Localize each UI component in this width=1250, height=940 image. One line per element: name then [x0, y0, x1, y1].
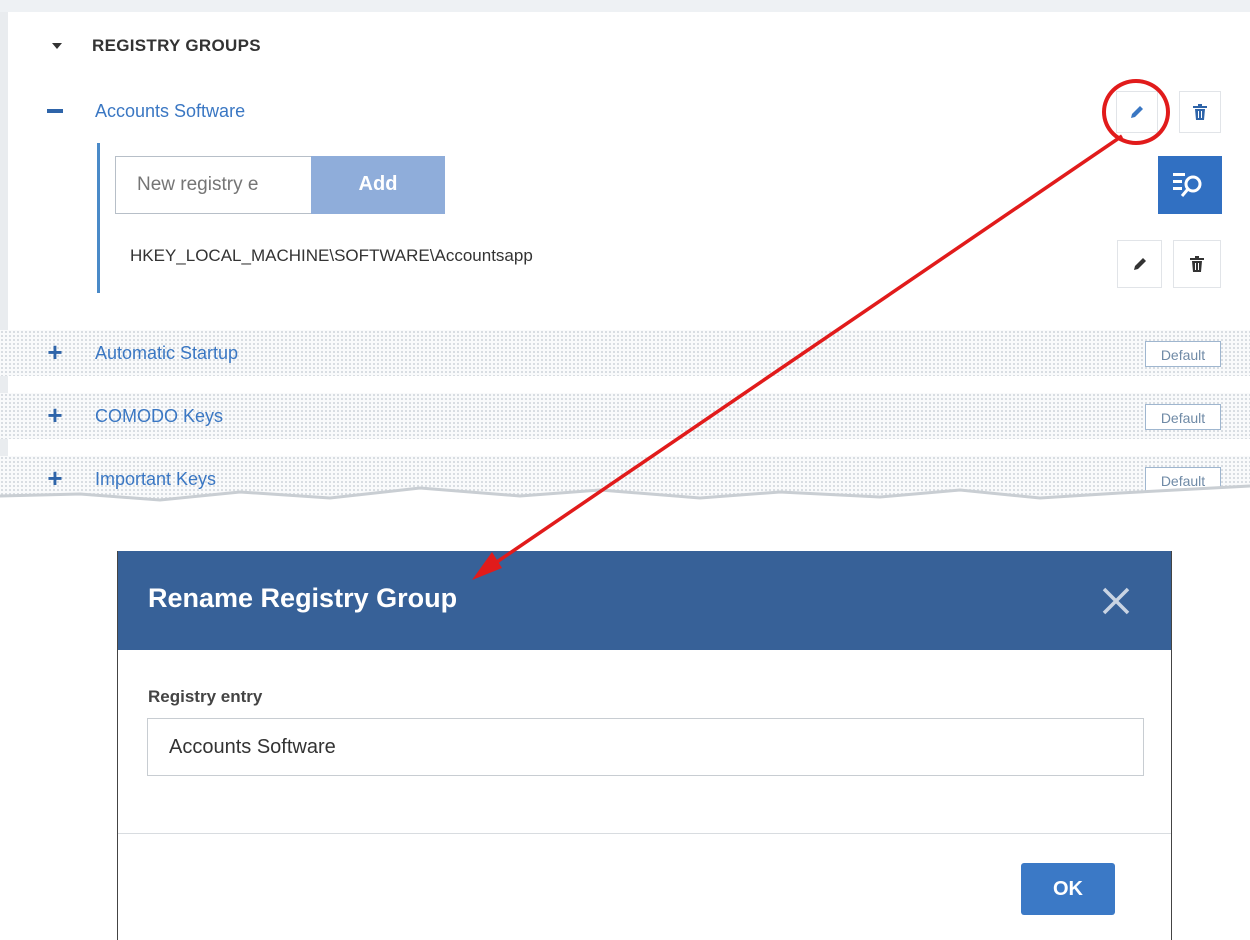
- dialog-header: Rename Registry Group: [118, 551, 1171, 650]
- registry-entry-label: Registry entry: [148, 687, 263, 706]
- group-row-accounts-software: Accounts Software: [0, 88, 1250, 134]
- caret-down-icon[interactable]: [52, 43, 62, 49]
- default-badge: Default: [1145, 341, 1221, 367]
- close-icon[interactable]: [1101, 586, 1131, 616]
- new-registry-entry-input[interactable]: [115, 156, 312, 214]
- registry-groups-panel: REGISTRY GROUPS Accounts Software Add: [0, 0, 1250, 505]
- plus-icon[interactable]: +: [44, 330, 66, 376]
- group-row-automatic-startup: + Automatic Startup Default: [0, 330, 1250, 376]
- delete-group-button[interactable]: [1179, 91, 1221, 133]
- search-list-icon: [1173, 173, 1202, 197]
- torn-edge: [0, 484, 1250, 518]
- group-label[interactable]: Automatic Startup: [95, 330, 238, 376]
- group-label[interactable]: Accounts Software: [95, 88, 245, 134]
- annotation-circle: [1102, 79, 1170, 145]
- ok-button[interactable]: OK: [1021, 863, 1115, 915]
- delete-entry-button[interactable]: [1173, 240, 1221, 288]
- registry-entry-path: HKEY_LOCAL_MACHINE\SOFTWARE\Accountsapp: [130, 246, 533, 265]
- trash-icon: [1190, 256, 1204, 272]
- default-badge: Default: [1145, 404, 1221, 430]
- group-label[interactable]: COMODO Keys: [95, 393, 223, 439]
- rename-registry-group-dialog: Rename Registry Group Registry entry OK: [117, 551, 1172, 940]
- plus-icon[interactable]: +: [44, 393, 66, 439]
- search-registry-button[interactable]: [1158, 156, 1222, 214]
- trash-icon: [1193, 104, 1207, 120]
- edit-entry-button[interactable]: [1117, 240, 1162, 288]
- panel-top-edge: [0, 0, 1250, 12]
- group-row-comodo-keys: + COMODO Keys Default: [0, 393, 1250, 439]
- section-title: REGISTRY GROUPS: [92, 36, 261, 55]
- pencil-icon: [1133, 258, 1146, 270]
- add-button[interactable]: Add: [311, 156, 445, 214]
- minus-icon[interactable]: [44, 88, 66, 134]
- dialog-title: Rename Registry Group: [148, 583, 458, 613]
- registry-groups-header[interactable]: REGISTRY GROUPS: [52, 34, 261, 58]
- dialog-divider: [118, 833, 1171, 834]
- registry-entry-input[interactable]: [147, 718, 1144, 776]
- expanded-group-indicator: [97, 143, 100, 293]
